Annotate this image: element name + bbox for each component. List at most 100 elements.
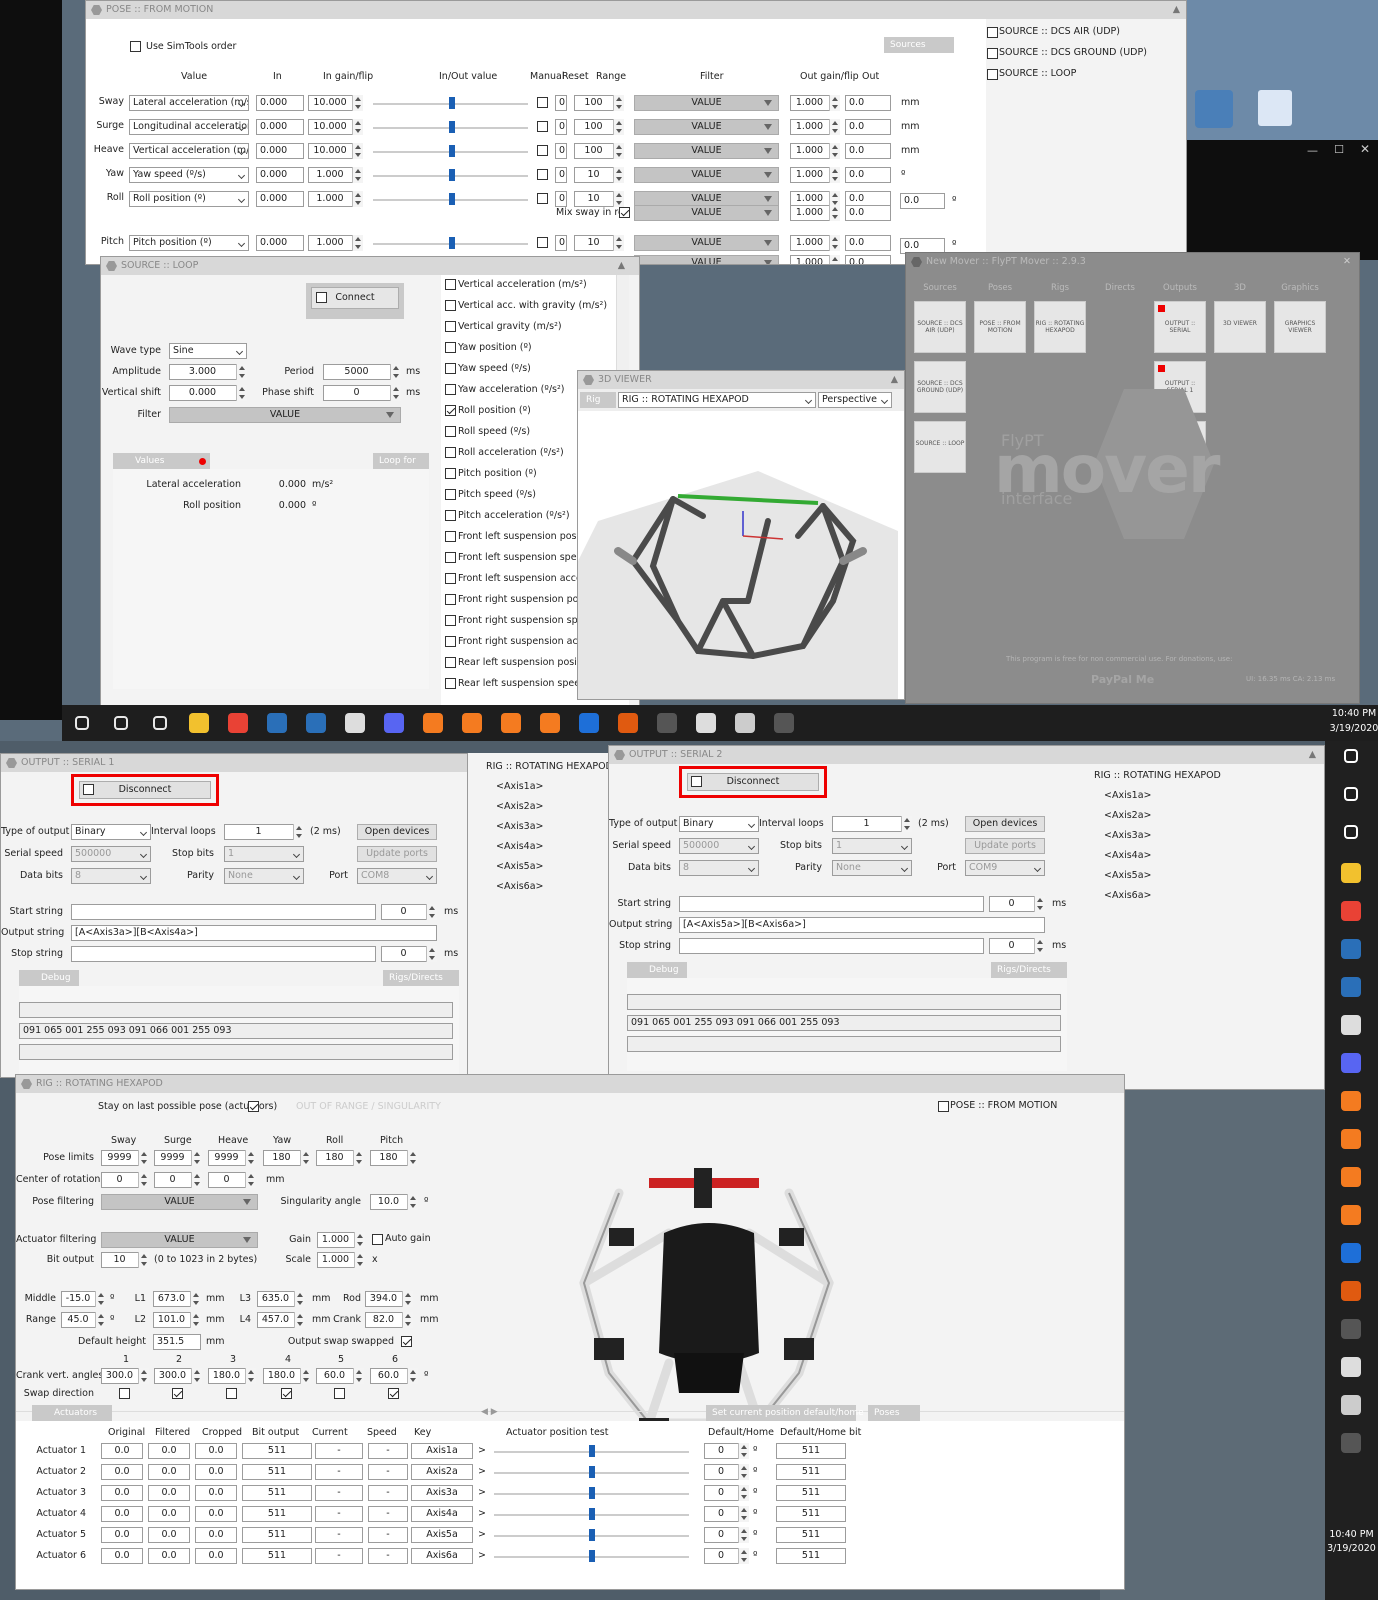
- stop-select[interactable]: 1: [832, 838, 912, 854]
- spinner-arrows-icon[interactable]: [738, 1527, 749, 1543]
- port-select[interactable]: COM8: [357, 868, 437, 884]
- in-out-slider-thumb[interactable]: [449, 193, 456, 205]
- start-icon[interactable]: [75, 716, 89, 730]
- port-select[interactable]: COM9: [965, 860, 1045, 876]
- use-simtools-checkbox[interactable]: [130, 41, 141, 52]
- desktop-vr-icon[interactable]: [1195, 90, 1233, 128]
- channel-checkbox[interactable]: [445, 363, 456, 374]
- manual-checkbox[interactable]: [537, 145, 548, 156]
- disconnect-checkbox[interactable]: [83, 784, 94, 795]
- flypt-icon-right[interactable]: [1341, 1319, 1361, 1339]
- mover-tab[interactable]: 3D: [1214, 283, 1266, 293]
- spinner-arrows-icon[interactable]: [294, 1312, 305, 1328]
- spinner-arrows-icon[interactable]: [829, 205, 840, 221]
- flypt-icon[interactable]: [657, 713, 677, 733]
- spinner-arrows-icon[interactable]: [354, 1232, 365, 1248]
- pitch-manual-checkbox[interactable]: [537, 237, 548, 248]
- dcs-icon-right[interactable]: [1341, 1243, 1361, 1263]
- reset-field[interactable]: 0: [555, 119, 567, 135]
- network-icon[interactable]: [735, 713, 755, 733]
- channel-checkbox[interactable]: [445, 531, 456, 542]
- pitch-reset-field[interactable]: 0: [555, 235, 567, 251]
- spinner-arrows-icon[interactable]: [829, 143, 840, 159]
- auto-gain-checkbox[interactable]: [372, 1234, 383, 1245]
- app-icon-right[interactable]: [1341, 1091, 1361, 1111]
- channel-checkbox[interactable]: [445, 342, 456, 353]
- discord-icon[interactable]: [384, 713, 404, 733]
- vr-headset-icon[interactable]: [696, 713, 716, 733]
- mover-tile[interactable]: 3D VIEWER: [1214, 301, 1266, 353]
- channel-checkbox[interactable]: [445, 405, 456, 416]
- spinner-arrows-icon[interactable]: [738, 1506, 749, 1522]
- value-select[interactable]: Longitudinal acceleration (r: [129, 119, 249, 135]
- spinner-arrows-icon[interactable]: [402, 1312, 413, 1328]
- spinner-arrows-icon[interactable]: [1034, 896, 1045, 912]
- pose-filter-select[interactable]: VALUE: [101, 1194, 258, 1210]
- stay-checkbox[interactable]: [248, 1101, 259, 1112]
- mover-tab[interactable]: Directs: [1094, 283, 1146, 293]
- viewer-rig-select[interactable]: RIG :: ROTATING HEXAPOD: [618, 392, 816, 408]
- search-icon-right[interactable]: [1344, 787, 1358, 801]
- data-select[interactable]: 8: [679, 860, 759, 876]
- mover-tile[interactable]: RIG :: ROTATING HEXAPOD: [1034, 301, 1086, 353]
- spinner-arrows-icon[interactable]: [245, 1150, 256, 1166]
- loop-filter-select[interactable]: VALUE: [169, 407, 401, 423]
- settings-icon[interactable]: [345, 713, 365, 733]
- parity-select[interactable]: None: [224, 868, 304, 884]
- channel-checkbox[interactable]: [445, 468, 456, 479]
- set-default-button[interactable]: Set current position default/home: [706, 1405, 864, 1421]
- spinner-arrows-icon[interactable]: [190, 1291, 201, 1307]
- connect-checkbox[interactable]: [316, 292, 327, 303]
- in-out-slider-thumb[interactable]: [449, 121, 456, 133]
- start-icon-right[interactable]: [1344, 749, 1358, 763]
- source-checkbox[interactable]: [987, 27, 998, 38]
- values-tab[interactable]: Values: [113, 453, 210, 469]
- value-select[interactable]: Vertical acceleration (m/s²): [129, 143, 249, 159]
- start-string-input[interactable]: [71, 904, 376, 920]
- spinner-arrows-icon[interactable]: [352, 191, 363, 207]
- channel-checkbox[interactable]: [445, 384, 456, 395]
- in-out-slider-thumb[interactable]: [449, 169, 456, 181]
- desktop-document-icon[interactable]: [1258, 90, 1292, 126]
- open-devices-button[interactable]: Open devices: [965, 816, 1045, 832]
- type-select[interactable]: Binary: [71, 824, 151, 840]
- spinner-arrows-icon[interactable]: [352, 143, 363, 159]
- file-explorer-icon-right[interactable]: [1341, 863, 1361, 883]
- spinner-arrows-icon[interactable]: [354, 1252, 365, 1268]
- mover-tile[interactable]: SOURCE :: DCS AIR (UDP): [914, 301, 966, 353]
- spinner-arrows-icon[interactable]: [613, 119, 624, 135]
- spinner-arrows-icon[interactable]: [613, 95, 624, 111]
- filter-select[interactable]: VALUE: [634, 143, 779, 159]
- in-out-slider-thumb[interactable]: [449, 145, 456, 157]
- parity-select[interactable]: None: [832, 860, 912, 876]
- spinner-arrows-icon[interactable]: [245, 1172, 256, 1188]
- actuator-test-slider-thumb[interactable]: [588, 1529, 595, 1541]
- spinner-arrows-icon[interactable]: [138, 1172, 149, 1188]
- mover-tile[interactable]: OUTPUT :: SERIAL: [1154, 301, 1206, 353]
- disconnect-button[interactable]: Disconnect: [79, 781, 211, 799]
- mover-tab[interactable]: Sources: [914, 283, 966, 293]
- pitch-value-select[interactable]: Pitch position (º): [129, 235, 249, 251]
- spinner-arrows-icon[interactable]: [353, 1150, 364, 1166]
- steam-icon-right[interactable]: [1341, 977, 1361, 997]
- search-icon[interactable]: [114, 716, 128, 730]
- key-field[interactable]: Axis4a: [411, 1506, 473, 1522]
- spinner-arrows-icon[interactable]: [407, 1194, 418, 1210]
- channel-checkbox[interactable]: [445, 594, 456, 605]
- manual-checkbox[interactable]: [537, 169, 548, 180]
- debug-tab[interactable]: Debug: [627, 962, 687, 978]
- viewer-view-select[interactable]: Perspective: [818, 392, 892, 408]
- swap-direction-checkbox[interactable]: [226, 1388, 237, 1399]
- spinner-arrows-icon[interactable]: [829, 95, 840, 111]
- source-checkbox[interactable]: [987, 48, 998, 59]
- app-icon[interactable]: [423, 713, 443, 733]
- spinner-arrows-icon[interactable]: [829, 255, 840, 264]
- vr-headset-icon-right[interactable]: [1341, 1357, 1361, 1377]
- rigs-directs-tab[interactable]: Rigs/Directs: [991, 962, 1067, 978]
- spinner-arrows-icon[interactable]: [191, 1150, 202, 1166]
- spinner-arrows-icon[interactable]: [390, 364, 401, 380]
- pitch-filter-select[interactable]: VALUE: [634, 235, 779, 251]
- dcs-icon[interactable]: [579, 713, 599, 733]
- mix-sway-checkbox[interactable]: [619, 207, 630, 218]
- manual-checkbox[interactable]: [537, 97, 548, 108]
